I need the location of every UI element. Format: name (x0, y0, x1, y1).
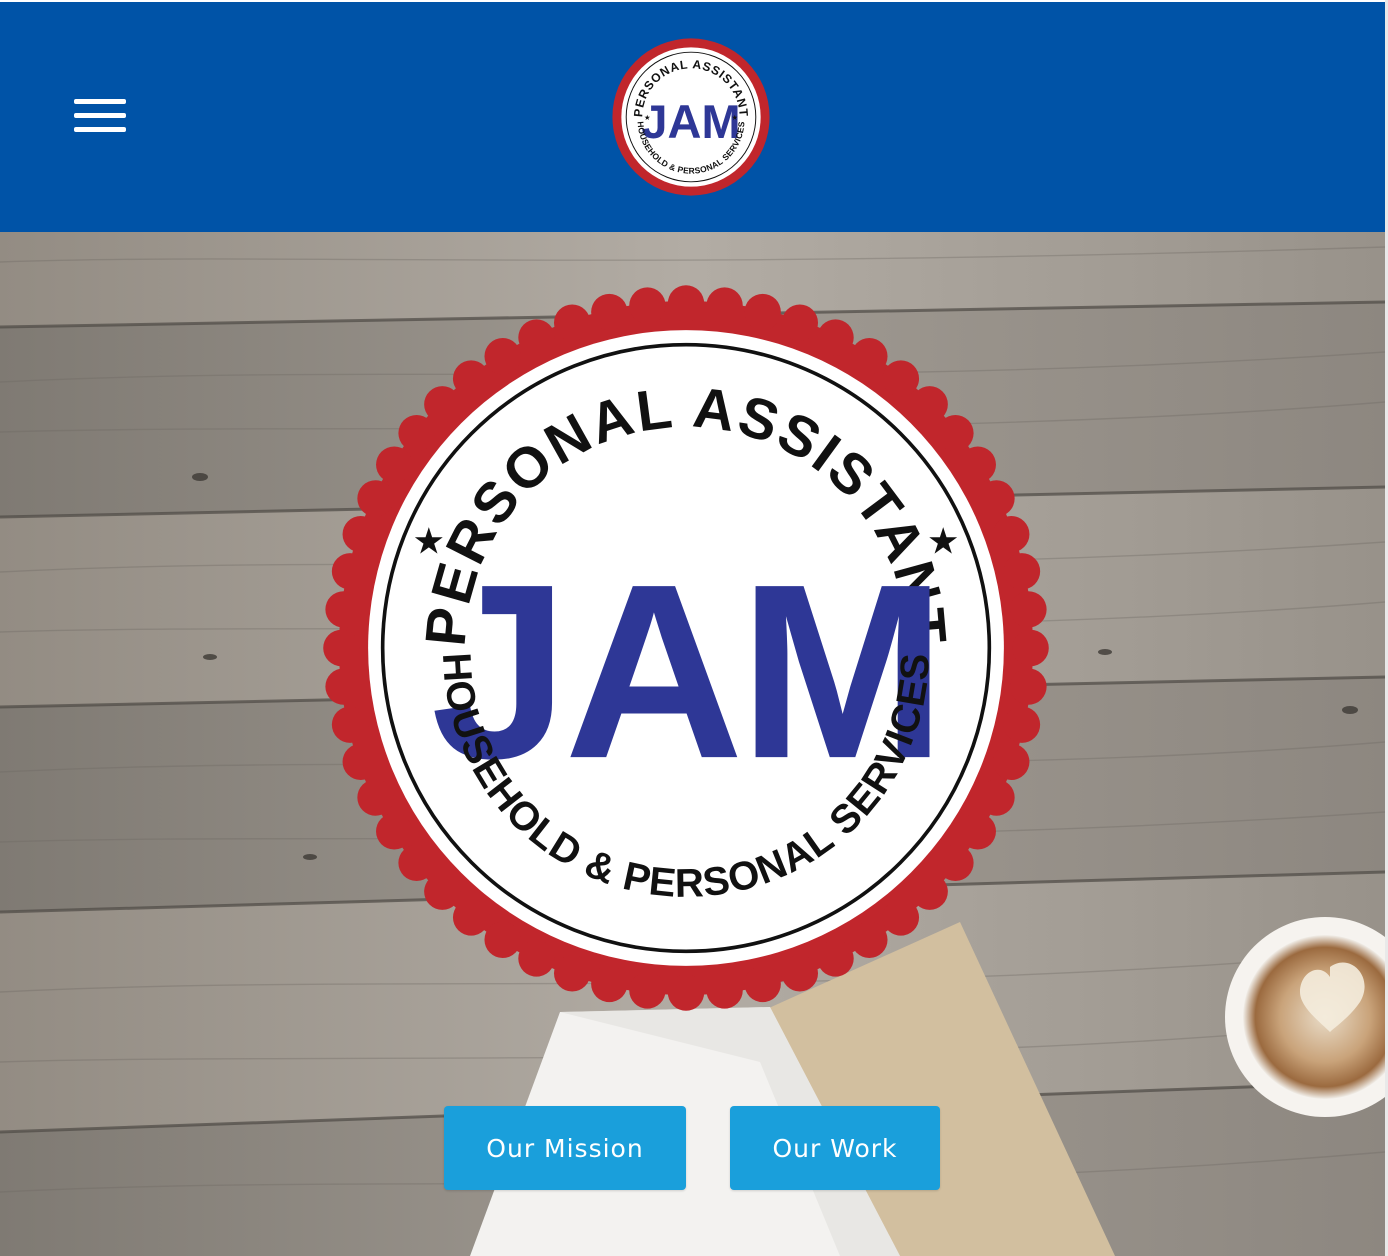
header-star-right-icon: ★ (731, 113, 738, 122)
site-header: PERSONAL ASSISTANT JAM HOUSEHOLD & PERSO… (0, 0, 1385, 232)
menu-bar-bottom (74, 127, 126, 132)
header-star-left-icon: ★ (644, 113, 651, 122)
hamburger-menu-button[interactable] (72, 95, 128, 139)
hero-section: PERSONAL ASSISTANT JAM HOUSEHOLD & PERSO… (0, 232, 1385, 1256)
header-logo-jam-text: JAM (641, 95, 740, 148)
hero-star-right-icon: ★ (927, 519, 960, 562)
menu-bar-top (74, 99, 126, 104)
hero-star-left-icon: ★ (412, 519, 445, 562)
hero-logo-seal: PERSONAL ASSISTANT JAM HOUSEHOLD & PERSO… (323, 285, 1049, 1011)
our-mission-button[interactable]: Our Mission (444, 1106, 686, 1190)
our-work-button[interactable]: Our Work (730, 1106, 940, 1190)
header-logo[interactable]: PERSONAL ASSISTANT JAM HOUSEHOLD & PERSO… (610, 36, 772, 198)
menu-bar-middle (74, 113, 126, 118)
page: PERSONAL ASSISTANT JAM HOUSEHOLD & PERSO… (0, 0, 1388, 1256)
